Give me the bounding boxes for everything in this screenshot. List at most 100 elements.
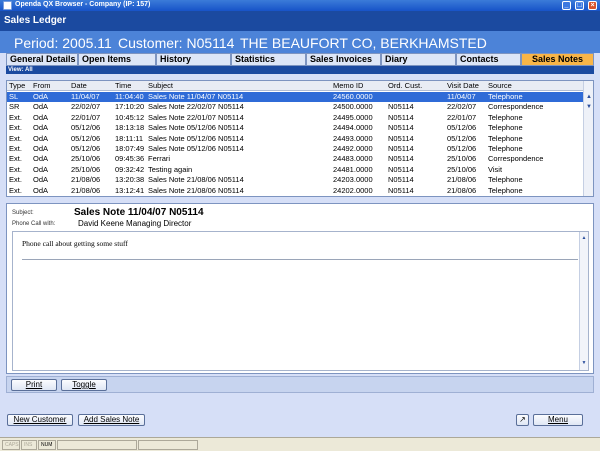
note-divider bbox=[22, 259, 578, 260]
cell-date: 05/12/06 bbox=[71, 133, 101, 143]
status-bar: CAPS INS NUM bbox=[0, 437, 600, 451]
cell-ord-cust: N05114 bbox=[388, 144, 414, 153]
close-button[interactable]: × bbox=[588, 1, 597, 10]
tab-history[interactable]: History bbox=[156, 53, 231, 66]
cell-subject: Sales Note 22/02/07 N05114 bbox=[148, 102, 244, 112]
cell-subject: Sales Note 11/04/07 N05114 bbox=[148, 92, 244, 101]
table-row[interactable]: Ext. OdA 05/12/06 18:07:49 Sales Note 05/12/… bbox=[7, 144, 583, 154]
window-title: Openda QX Browser - Company (IP: 157) bbox=[15, 1, 151, 8]
cell-memo-id: 24500.0000 bbox=[333, 102, 373, 112]
toggle-button[interactable]: Toggle bbox=[61, 379, 107, 391]
cell-date: 22/02/07 bbox=[71, 102, 101, 112]
cell-time: 13:12:41 bbox=[115, 185, 145, 195]
subject-label: Subject: bbox=[12, 210, 34, 216]
cell-type: Ext. bbox=[9, 133, 22, 143]
cell-visit-date: 05/12/06 bbox=[447, 133, 477, 143]
new-customer-button[interactable]: New Customer bbox=[7, 414, 73, 426]
cell-source: Telephone bbox=[488, 185, 523, 195]
col-source[interactable]: Source bbox=[488, 81, 512, 91]
cell-type: Ext. bbox=[9, 112, 22, 122]
table-row[interactable]: SL OdA 11/04/07 11:04:40 Sales Note 11/04/07… bbox=[7, 92, 583, 103]
table-row[interactable]: Ext. OdA 05/12/06 18:11:11 Sales Note 05/12/… bbox=[7, 134, 583, 144]
note-scrollbar[interactable]: ▲ ▼ bbox=[579, 232, 588, 370]
cell-memo-id: 24494.0000 bbox=[333, 123, 373, 133]
cell-time: 11:04:40 bbox=[115, 92, 144, 101]
col-visit-date[interactable]: Visit Date bbox=[447, 81, 479, 91]
table-row[interactable]: Ext. OdA 21/08/06 13:12:41 Sales Note 21/08/… bbox=[7, 186, 583, 196]
ins-indicator: INS bbox=[21, 440, 37, 450]
cell-subject: Sales Note 21/08/06 N05114 bbox=[148, 185, 244, 195]
tab-open-items[interactable]: Open Items bbox=[78, 53, 156, 66]
cell-date: 22/01/07 bbox=[71, 112, 101, 122]
phone-call-label: Phone Call with: bbox=[12, 221, 56, 227]
cell-date: 05/12/06 bbox=[71, 144, 101, 153]
col-time[interactable]: Time bbox=[115, 81, 131, 91]
col-date[interactable]: Date bbox=[71, 81, 87, 91]
cell-type: Ext. bbox=[9, 185, 22, 195]
cell-memo-id: 24481.0000 bbox=[333, 164, 373, 174]
tab-bar: General Details Open Items History Stati… bbox=[6, 53, 594, 66]
cell-type: Ext. bbox=[9, 144, 22, 153]
add-sales-note-button[interactable]: Add Sales Note bbox=[78, 414, 145, 426]
cell-visit-date: 21/08/06 bbox=[447, 175, 477, 185]
cell-ord-cust: N05114 bbox=[388, 185, 414, 195]
cell-subject: Sales Note 05/12/06 N05114 bbox=[148, 144, 244, 153]
cell-time: 18:07:49 bbox=[115, 144, 145, 153]
cell-date: 25/10/06 bbox=[71, 164, 101, 174]
cell-memo-id: 24483.0000 bbox=[333, 154, 373, 164]
table-row[interactable]: SR OdA 22/02/07 17:10:20 Sales Note 22/02/07… bbox=[7, 102, 583, 112]
cell-subject: Sales Note 05/12/06 N05114 bbox=[148, 133, 244, 143]
bottom-button-bar: New Customer Add Sales Note ↗ Menu bbox=[0, 410, 600, 429]
num-indicator: NUM bbox=[38, 440, 56, 450]
note-scroll-down-icon[interactable]: ▼ bbox=[580, 360, 588, 367]
table-row[interactable]: Ext. OdA 05/12/06 18:13:18 Sales Note 05/12/… bbox=[7, 123, 583, 133]
cell-memo-id: 24202.0000 bbox=[333, 185, 373, 195]
cell-time: 18:13:18 bbox=[115, 123, 145, 133]
col-subject[interactable]: Subject bbox=[148, 81, 173, 91]
scroll-down-icon[interactable]: ▼ bbox=[585, 103, 593, 111]
cell-subject: Sales Note 05/12/06 N05114 bbox=[148, 123, 244, 133]
tab-sales-notes[interactable]: Sales Notes bbox=[521, 53, 594, 66]
cell-source: Correspondence bbox=[488, 102, 544, 112]
table-row[interactable]: Ext. OdA 22/01/07 10:45:12 Sales Note 22/01/… bbox=[7, 113, 583, 123]
cell-time: 17:10:20 bbox=[115, 102, 145, 112]
cell-visit-date: 22/02/07 bbox=[447, 102, 477, 112]
scroll-up-icon[interactable]: ▲ bbox=[585, 93, 593, 101]
table-row[interactable]: Ext. OdA 21/08/06 13:20:38 Sales Note 21/08/… bbox=[7, 175, 583, 185]
print-button[interactable]: Print bbox=[11, 379, 57, 391]
cell-subject: Sales Note 21/08/06 N05114 bbox=[148, 175, 244, 185]
cell-time: 10:45:12 bbox=[115, 112, 145, 122]
col-ord-cust[interactable]: Ord. Cust. bbox=[388, 81, 422, 91]
cell-time: 09:32:42 bbox=[115, 164, 145, 174]
col-type[interactable]: Type bbox=[9, 81, 25, 91]
tab-statistics[interactable]: Statistics bbox=[231, 53, 306, 66]
tab-contacts[interactable]: Contacts bbox=[456, 53, 521, 66]
cell-type: Ext. bbox=[9, 175, 22, 185]
col-memo-id[interactable]: Memo ID bbox=[333, 81, 363, 91]
cell-from: OdA bbox=[33, 92, 49, 101]
tab-general-details[interactable]: General Details bbox=[6, 53, 78, 66]
customer-name: THE BEAUFORT CO, BERKHAMSTED bbox=[240, 35, 487, 51]
tab-sales-invoices[interactable]: Sales Invoices bbox=[306, 53, 381, 66]
external-link-icon[interactable]: ↗ bbox=[516, 414, 529, 426]
tab-diary[interactable]: Diary bbox=[381, 53, 456, 66]
minimize-button[interactable]: _ bbox=[562, 1, 571, 10]
menu-button[interactable]: Menu bbox=[533, 414, 583, 426]
note-text-area[interactable]: Phone call about getting some stuff ▲ ▼ bbox=[12, 231, 589, 371]
cell-visit-date: 22/01/07 bbox=[447, 112, 477, 122]
cell-source: Telephone bbox=[488, 144, 523, 153]
table-row[interactable]: Ext. OdA 25/10/06 09:32:42 Testing again 2448… bbox=[7, 165, 583, 175]
table-scrollbar[interactable]: ▲ ▼ bbox=[583, 81, 593, 196]
maximize-button[interactable]: □ bbox=[575, 1, 584, 10]
cell-from: OdA bbox=[33, 154, 49, 164]
cell-date: 21/08/06 bbox=[71, 185, 101, 195]
cell-date: 11/04/07 bbox=[71, 92, 100, 101]
window-titlebar: Openda QX Browser - Company (IP: 157) _ … bbox=[0, 0, 600, 11]
cell-visit-date: 21/08/06 bbox=[447, 185, 477, 195]
cell-from: OdA bbox=[33, 102, 49, 112]
col-from[interactable]: From bbox=[33, 81, 51, 91]
cell-visit-date: 05/12/06 bbox=[447, 123, 477, 133]
note-scroll-up-icon[interactable]: ▲ bbox=[580, 235, 588, 242]
cell-source: Correspondence bbox=[488, 154, 544, 164]
table-row[interactable]: Ext. OdA 25/10/06 09:45:36 Ferrari 24483.0000… bbox=[7, 154, 583, 164]
